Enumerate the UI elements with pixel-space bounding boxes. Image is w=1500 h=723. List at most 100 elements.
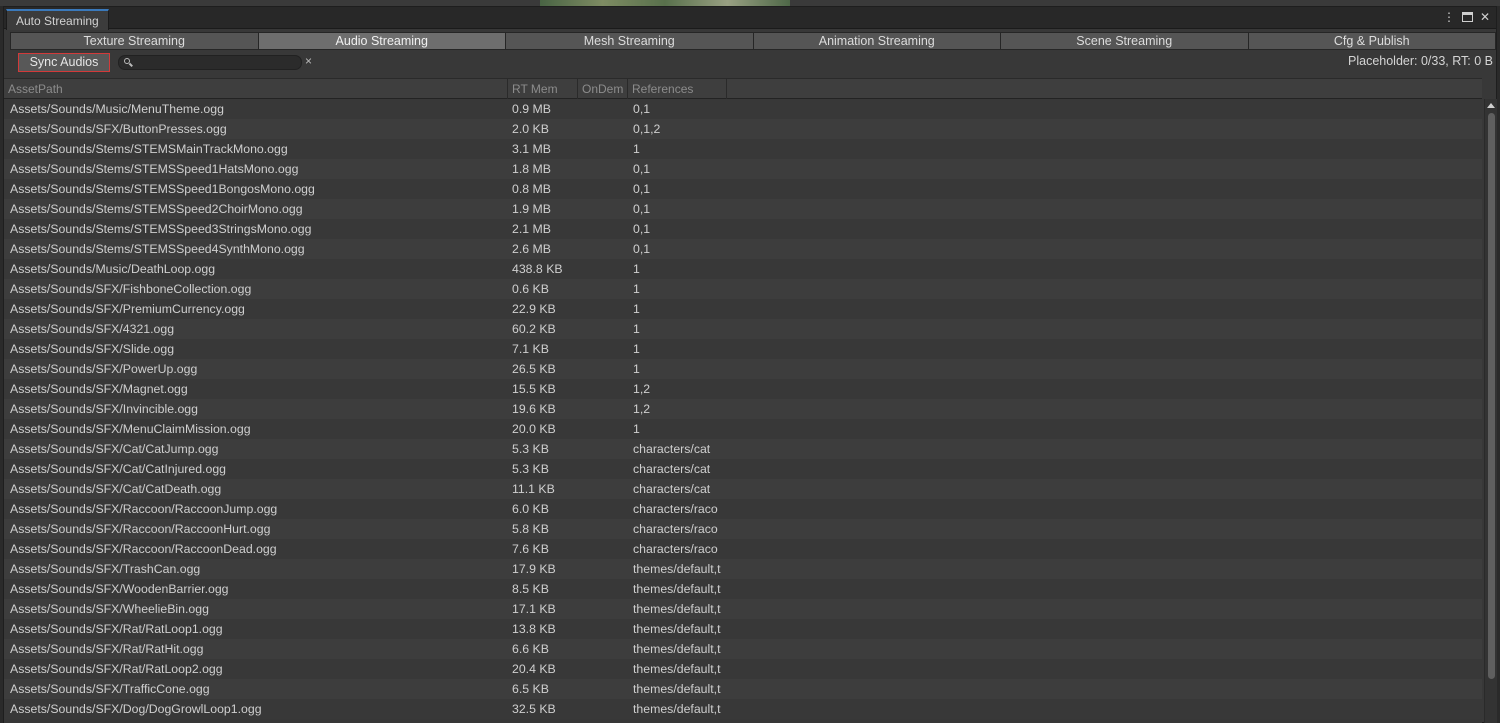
references-value: 1 (633, 422, 640, 436)
table-row[interactable]: Assets/Sounds/SFX/Magnet.ogg 15.5 KB 1,2 (4, 379, 1482, 399)
references-value: 1 (633, 322, 640, 336)
table-row[interactable]: Assets/Sounds/Stems/STEMSSpeed2ChoirMono… (4, 199, 1482, 219)
asset-path: Assets/Sounds/Stems/STEMSSpeed4SynthMono… (10, 242, 305, 256)
sync-audios-button[interactable]: Sync Audios (18, 53, 110, 72)
rt-mem-value: 1.8 MB (512, 162, 551, 176)
rt-mem-value: 15.5 KB (512, 382, 556, 396)
references-value: characters/cat (633, 442, 711, 456)
rt-mem-value: 0.6 KB (512, 282, 549, 296)
references-value: 1 (633, 262, 640, 276)
scrollbar-thumb[interactable] (1488, 113, 1495, 679)
references-value: 1 (633, 282, 640, 296)
asset-path: Assets/Sounds/SFX/Invincible.ogg (10, 402, 198, 416)
table-row[interactable]: Assets/Sounds/SFX/Raccoon/RaccoonDead.og… (4, 539, 1482, 559)
asset-path: Assets/Sounds/SFX/Rat/RatLoop2.ogg (10, 662, 223, 676)
rt-mem-value: 0.8 MB (512, 182, 551, 196)
table-row[interactable]: Assets/Sounds/SFX/Rat/RatLoop2.ogg 20.4 K… (4, 659, 1482, 679)
table-row[interactable]: Assets/Sounds/SFX/TrafficCone.ogg 6.5 KB t… (4, 679, 1482, 699)
table-row[interactable]: Assets/Sounds/SFX/PowerUp.ogg 26.5 KB 1 (4, 359, 1482, 379)
asset-path: Assets/Sounds/SFX/Magnet.ogg (10, 382, 188, 396)
table-row[interactable]: Assets/Sounds/SFX/Raccoon/RaccoonJump.og… (4, 499, 1482, 519)
tab-cfg-publish[interactable]: Cfg & Publish (1247, 32, 1496, 50)
column-header-ondemand[interactable]: OnDem (578, 79, 628, 99)
maximize-icon[interactable] (1460, 10, 1474, 24)
column-header-references[interactable]: References (628, 79, 727, 99)
clear-search-icon[interactable]: × (305, 54, 312, 68)
rt-mem-value: 19.6 KB (512, 402, 556, 416)
asset-path: Assets/Sounds/SFX/Raccoon/RaccoonDead.og… (10, 542, 277, 556)
rt-mem-value: 2.1 MB (512, 222, 551, 236)
asset-path: Assets/Sounds/SFX/4321.ogg (10, 322, 175, 336)
column-header-assetpath[interactable]: AssetPath (4, 79, 508, 99)
table-row[interactable]: Assets/Sounds/SFX/ButtonPresses.ogg 2.0 K… (4, 119, 1482, 139)
table-row[interactable]: Assets/Sounds/Music/DeathLoop.ogg 438.8 K… (4, 259, 1482, 279)
references-value: themes/default,t (633, 582, 721, 596)
search-input[interactable] (135, 56, 295, 69)
references-value: 1 (633, 362, 640, 376)
vertical-scrollbar[interactable] (1484, 99, 1497, 723)
window-titlebar: Auto Streaming ⋮ ✕ (4, 7, 1496, 30)
rt-mem-value: 6.5 KB (512, 682, 549, 696)
asset-path: Assets/Sounds/Music/DeathLoop.ogg (10, 262, 216, 276)
asset-path: Assets/Sounds/SFX/Raccoon/RaccoonHurt.og… (10, 522, 271, 536)
tab-scene-streaming[interactable]: Scene Streaming (1000, 32, 1248, 50)
table-row[interactable]: Assets/Sounds/Stems/STEMSSpeed1BongosMon… (4, 179, 1482, 199)
table-row[interactable]: Assets/Sounds/SFX/WheelieBin.ogg 17.1 KB t… (4, 599, 1482, 619)
table-row[interactable]: Assets/Sounds/Stems/STEMSSpeed4SynthMono… (4, 239, 1482, 259)
tab-audio-streaming[interactable]: Audio Streaming (257, 32, 505, 50)
more-options-icon[interactable]: ⋮ (1442, 10, 1456, 24)
rt-mem-value: 20.0 KB (512, 422, 556, 436)
table-row[interactable]: Assets/Sounds/Music/MenuTheme.ogg 0.9 MB 0… (4, 99, 1482, 119)
table-row[interactable]: Assets/Sounds/Stems/STEMSMainTrackMono.o… (4, 139, 1482, 159)
table-row[interactable]: Assets/Sounds/SFX/PremiumCurrency.ogg 22.… (4, 299, 1482, 319)
rt-mem-value: 2.0 KB (512, 122, 549, 136)
window-title-tab[interactable]: Auto Streaming (6, 9, 109, 30)
table-row[interactable]: Assets/Sounds/SFX/4321.ogg 60.2 KB 1 (4, 319, 1482, 339)
rt-mem-value: 60.2 KB (512, 322, 556, 336)
table-row[interactable]: Assets/Sounds/SFX/Rat/RatLoop1.ogg 13.8 K… (4, 619, 1482, 639)
rt-mem-value: 20.4 KB (512, 662, 556, 676)
table-row[interactable]: Assets/Sounds/Stems/STEMSSpeed1HatsMono.… (4, 159, 1482, 179)
table-row[interactable]: Assets/Sounds/SFX/Cat/CatInjured.ogg 5.3 … (4, 459, 1482, 479)
rt-mem-value: 5.3 KB (512, 462, 549, 476)
asset-path: Assets/Sounds/SFX/Rat/RatHit.ogg (10, 642, 204, 656)
rt-mem-value: 5.8 KB (512, 522, 549, 536)
references-value: themes/default,t (633, 682, 721, 696)
column-header-rt-mem[interactable]: RT Mem (508, 79, 578, 99)
rt-mem-value: 6.0 KB (512, 502, 549, 516)
tab-texture-streaming[interactable]: Texture Streaming (10, 32, 258, 50)
search-field[interactable] (118, 55, 302, 70)
references-value: 0,1 (633, 102, 651, 116)
table-row[interactable]: Assets/Sounds/SFX/Dog/DogGrowlLoop1.ogg 3… (4, 699, 1482, 719)
asset-path: Assets/Sounds/SFX/MenuClaimMission.ogg (10, 422, 251, 436)
rt-mem-value: 32.5 KB (512, 702, 556, 716)
placeholder-status: Placeholder: 0/33, RT: 0 B (1348, 54, 1493, 68)
rt-mem-value: 2.6 MB (512, 242, 551, 256)
table-row[interactable]: Assets/Sounds/SFX/Cat/CatDeath.ogg 11.1 K… (4, 479, 1482, 499)
rt-mem-value: 11.1 KB (512, 482, 555, 496)
rt-mem-value: 7.1 KB (512, 342, 549, 356)
asset-path: Assets/Sounds/SFX/FishboneCollection.ogg (10, 282, 252, 296)
table-row[interactable]: Assets/Sounds/SFX/Cat/CatJump.ogg 5.3 KB c… (4, 439, 1482, 459)
close-icon[interactable]: ✕ (1478, 10, 1492, 24)
tab-mesh-streaming[interactable]: Mesh Streaming (505, 32, 753, 50)
asset-path: Assets/Sounds/Stems/STEMSSpeed1BongosMon… (10, 182, 315, 196)
table-row[interactable]: Assets/Sounds/SFX/MenuClaimMission.ogg 20… (4, 419, 1482, 439)
asset-path: Assets/Sounds/Stems/STEMSSpeed2ChoirMono… (10, 202, 303, 216)
rt-mem-value: 13.8 KB (512, 622, 556, 636)
asset-path: Assets/Sounds/SFX/Rat/RatLoop1.ogg (10, 622, 223, 636)
table-row[interactable]: Assets/Sounds/SFX/FishboneCollection.ogg… (4, 279, 1482, 299)
table-row[interactable]: Assets/Sounds/SFX/Slide.ogg 7.1 KB 1 (4, 339, 1482, 359)
rt-mem-value: 3.1 MB (512, 142, 551, 156)
table-row[interactable]: Assets/Sounds/SFX/WoodenBarrier.ogg 8.5 K… (4, 579, 1482, 599)
scroll-up-icon[interactable] (1487, 103, 1495, 108)
rt-mem-value: 6.6 KB (512, 642, 549, 656)
table-row[interactable]: Assets/Sounds/SFX/Invincible.ogg 19.6 KB 1… (4, 399, 1482, 419)
references-value: 0,1,2 (633, 122, 661, 136)
tab-animation-streaming[interactable]: Animation Streaming (752, 32, 1000, 50)
asset-path: Assets/Sounds/SFX/PowerUp.ogg (10, 362, 198, 376)
table-row[interactable]: Assets/Sounds/SFX/TrashCan.ogg 17.9 KB the… (4, 559, 1482, 579)
table-row[interactable]: Assets/Sounds/Stems/STEMSSpeed3StringsMo… (4, 219, 1482, 239)
table-row[interactable]: Assets/Sounds/SFX/Rat/RatHit.ogg 6.6 KB th… (4, 639, 1482, 659)
table-row[interactable]: Assets/Sounds/SFX/Raccoon/RaccoonHurt.og… (4, 519, 1482, 539)
